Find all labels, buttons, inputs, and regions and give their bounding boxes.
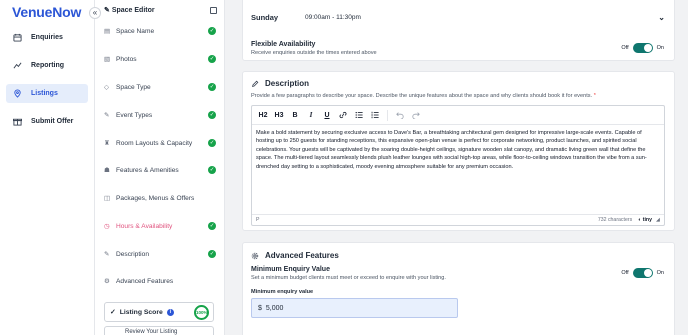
bag-icon: ◫ <box>104 195 111 202</box>
flexible-availability-toggle[interactable] <box>632 43 653 53</box>
day-label: Sunday <box>251 13 279 22</box>
min-enquiry-toggle[interactable] <box>632 268 653 278</box>
toolbar-divider <box>387 109 388 121</box>
min-enquiry-title: Minimum Enquiry Value <box>251 266 330 273</box>
undo-icon[interactable] <box>394 109 406 121</box>
listing-score[interactable]: ✓ Listing Score i 100% <box>104 302 214 322</box>
gift-icon <box>13 118 22 126</box>
check-icon: ✓ <box>208 139 216 147</box>
editor-item-description[interactable]: ✎ Description ✓ <box>104 248 216 260</box>
sunday-hours-row[interactable]: Sunday 09:00am - 11:30pm ⌄ <box>251 13 665 22</box>
flexible-availability-subtitle: Receive enquiries outside the times ente… <box>251 50 377 56</box>
description-hint: Provide a few paragraphs to describe you… <box>251 93 596 99</box>
check-icon: ✓ <box>208 83 216 91</box>
min-enquiry-value: 5,000 <box>265 304 284 312</box>
main-nav: VenueNow Enquiries Reporting Listings Su… <box>0 0 95 335</box>
check-icon: ✓ <box>208 27 216 35</box>
character-count: 732 characters <box>597 217 633 223</box>
nav-item-label: Submit Offer <box>31 118 74 125</box>
editor-item-hours-availability[interactable]: ◷ Hours & Availability ✓ <box>104 220 216 232</box>
link-icon[interactable] <box>337 109 349 121</box>
element-path: P <box>256 217 260 223</box>
currency-symbol: $ <box>258 304 262 312</box>
heading2-button[interactable]: H2 <box>257 109 269 121</box>
space-editor-panel: ✎ Space Editor ▤ Space Name ✓ ▧ Photos ✓… <box>95 0 225 335</box>
check-icon: ✓ <box>208 55 216 63</box>
nav-item-label: Reporting <box>31 62 65 69</box>
score-ring: 100% <box>194 305 209 320</box>
editor-item-photos[interactable]: ▧ Photos ✓ <box>104 53 216 65</box>
image-icon: ▧ <box>104 56 111 63</box>
heading3-button[interactable]: H3 <box>273 109 285 121</box>
underline-button[interactable]: U <box>321 109 333 121</box>
check-icon: ✓ <box>208 222 216 230</box>
tag-icon: ◇ <box>104 84 110 91</box>
min-enquiry-value-label: Minimum enquiry value <box>251 289 314 295</box>
editor-toolbar: H2 H3 B I U <box>252 106 664 125</box>
resize-handle-icon[interactable]: ◢ <box>656 217 660 223</box>
editor-item-features-amenities[interactable]: ☗ Features & Amenities ✓ <box>104 164 216 176</box>
italic-button[interactable]: I <box>305 109 317 121</box>
main-content: Sunday 09:00am - 11:30pm ⌄ Flexible Avai… <box>225 0 688 335</box>
review-listing-button[interactable]: Review Your Listing <box>104 326 214 335</box>
gear-icon <box>251 252 259 259</box>
editor-item-event-types[interactable]: ✎ Event Types ✓ <box>104 109 216 121</box>
space-editor-header: ✎ Space Editor <box>104 6 217 14</box>
chart-icon <box>13 62 22 69</box>
editor-item-room-layouts[interactable]: ♜ Room Layouts & Capacity ✓ <box>104 137 216 149</box>
chair-icon: ♜ <box>104 140 110 147</box>
nav-item-listings[interactable]: Listings <box>6 84 88 103</box>
gear-icon: ⚙ <box>104 278 110 285</box>
nav-item-submit-offer[interactable]: Submit Offer <box>6 112 88 131</box>
time-range: 09:00am - 11:30pm <box>305 14 361 21</box>
collapse-nav-button[interactable]: « <box>89 7 101 19</box>
info-icon[interactable]: i <box>166 308 174 316</box>
location-pin-icon <box>14 89 21 98</box>
description-text[interactable]: Make a bold statement by securing exclus… <box>256 129 660 171</box>
description-card: Description Provide a few paragraphs to … <box>242 71 675 231</box>
space-editor-title: ✎ Space Editor <box>104 7 155 14</box>
amenities-icon: ☗ <box>104 167 110 174</box>
tiny-logo: ◐ tiny <box>638 217 652 223</box>
min-enquiry-subtitle: Set a minimum budget clients must meet o… <box>251 275 446 281</box>
calendar-icon <box>13 33 22 42</box>
editor-status-bar: P 732 characters ◐ tiny ◢ <box>252 214 664 225</box>
nav-item-label: Enquiries <box>31 34 63 41</box>
pencil-icon: ✎ <box>104 251 110 258</box>
nav-item-enquiries[interactable]: Enquiries <box>6 28 88 47</box>
pencil-icon: ✎ <box>104 112 110 119</box>
check-icon: ✓ <box>208 111 216 119</box>
bold-button[interactable]: B <box>289 109 301 121</box>
editor-item-advanced-features[interactable]: ⚙ Advanced Features <box>104 275 216 287</box>
rich-text-editor[interactable]: H2 H3 B I U Make a bold statement by sec… <box>251 105 665 226</box>
editor-item-space-type[interactable]: ◇ Space Type ✓ <box>104 81 216 93</box>
numbered-list-icon[interactable] <box>369 109 381 121</box>
editor-item-space-name[interactable]: ▤ Space Name ✓ <box>104 25 216 37</box>
flexible-availability-toggle-group: Off On <box>621 43 664 53</box>
redo-icon[interactable] <box>410 109 422 121</box>
clock-icon: ◷ <box>104 223 110 230</box>
pencil-icon <box>252 80 259 87</box>
hours-card: Sunday 09:00am - 11:30pm ⌄ Flexible Avai… <box>242 0 675 61</box>
chevron-down-icon[interactable]: ⌄ <box>658 13 665 22</box>
advanced-features-title: Advanced Features <box>251 251 339 260</box>
logo[interactable]: VenueNow <box>12 4 81 20</box>
description-title: Description <box>251 79 309 88</box>
flexible-availability-title: Flexible Availability <box>251 41 316 48</box>
min-enquiry-value-input[interactable]: $ 5,000 <box>251 298 458 318</box>
nav-item-label: Listings <box>31 90 58 97</box>
nav-item-reporting[interactable]: Reporting <box>6 56 88 75</box>
min-enquiry-toggle-group: Off On <box>621 268 664 278</box>
space-editor-checkbox[interactable] <box>210 6 217 14</box>
score-check-icon: ✓ <box>110 309 116 316</box>
document-icon: ▤ <box>104 28 111 35</box>
editor-item-packages[interactable]: ◫ Packages, Menus & Offers <box>104 192 216 204</box>
advanced-features-card: Advanced Features Minimum Enquiry Value … <box>242 242 675 335</box>
check-icon: ✓ <box>208 250 216 258</box>
check-icon: ✓ <box>208 166 216 174</box>
bullet-list-icon[interactable] <box>353 109 365 121</box>
